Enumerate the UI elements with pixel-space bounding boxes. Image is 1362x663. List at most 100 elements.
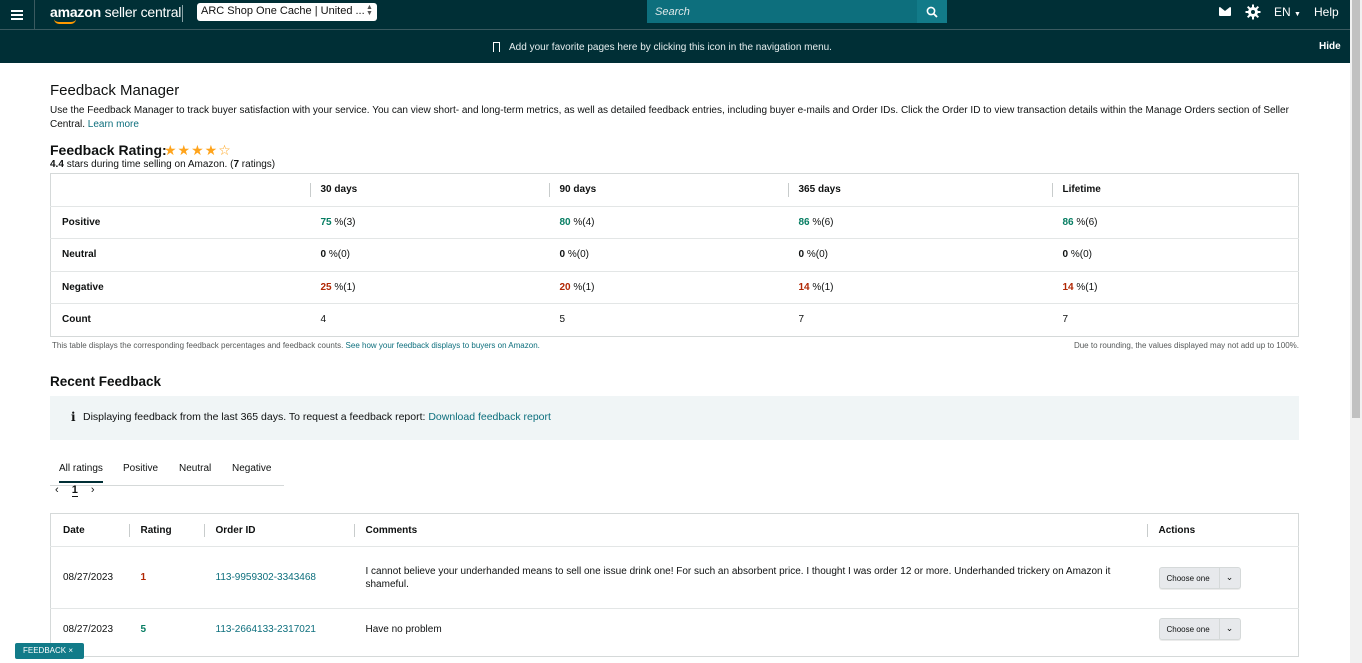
tab-all-ratings[interactable]: All ratings [59, 463, 103, 483]
metrics-header-row: 30 days 90 days 365 days Lifetime [51, 174, 1299, 207]
feedback-table: Date Rating Order ID Comments Actions 08… [50, 513, 1299, 657]
info-icon: i [71, 410, 76, 424]
metrics-note-text: This table displays the corresponding fe… [52, 341, 344, 350]
gear-icon[interactable] [1245, 4, 1261, 20]
metric-value: 86 [1062, 216, 1074, 228]
metric-rest: %(0) [565, 249, 589, 261]
tab-negative[interactable]: Negative [232, 463, 271, 474]
metric-cell: 80 %(4) [548, 205, 788, 239]
metrics-row-positive: Positive 75 %(3) 80 %(4) 86 %(6) 86 %(6) [50, 205, 1299, 239]
language-selector[interactable]: EN ▼ [1274, 5, 1301, 19]
order-id-cell: 113-2664133-2317021 [203, 608, 354, 657]
buyer-display-link[interactable]: See how your feedback displays to buyers… [346, 341, 540, 350]
row-label: Negative [50, 270, 310, 304]
feedback-tab-button[interactable]: FEEDBACK × [15, 643, 84, 659]
metric-cell: 14 %(1) [1051, 270, 1299, 304]
action-dropdown[interactable]: Choose one ⌄ [1158, 618, 1241, 640]
metrics-corner-cell [51, 174, 310, 207]
metric-cell: 20 %(1) [548, 270, 788, 304]
rating-value: 5 [140, 624, 147, 635]
page-description: Use the Feedback Manager to track buyer … [50, 104, 1290, 132]
feedback-metrics-table: 30 days 90 days 365 days Lifetime Positi… [50, 173, 1299, 337]
rating-value: 4.4 [50, 159, 64, 170]
page-title: Feedback Manager [50, 82, 180, 99]
action-dropdown[interactable]: Choose one ⌄ [1158, 566, 1241, 589]
info-banner: i Displaying feedback from the last 365 … [50, 396, 1299, 440]
menu-icon[interactable] [0, 0, 35, 29]
actions-cell: Choose one ⌄ [1146, 546, 1299, 609]
metric-rest: %(4) [570, 216, 595, 228]
metric-value: 20 [559, 281, 571, 293]
column-header: Date [63, 524, 85, 536]
tab-positive[interactable]: Positive [123, 463, 158, 474]
column-header: 30 days [309, 174, 549, 207]
search-button[interactable] [917, 0, 947, 23]
account-selector-value: ARC Shop One Cache | United ... [201, 5, 365, 17]
metric-cell: 0 %(0) [1051, 238, 1299, 271]
seller-central-logo[interactable]: amazon seller central [50, 4, 181, 24]
rating-text: stars during time selling on Amazon. [66, 159, 228, 170]
metrics-note: This table displays the corresponding fe… [52, 341, 540, 350]
favorites-message: Add your favorite pages here by clicking… [509, 42, 832, 53]
logo-text: amazon [50, 4, 101, 20]
metric-cell: 5 [548, 303, 788, 336]
search-input[interactable]: Search [647, 0, 917, 23]
column-header: Comments [353, 514, 1147, 547]
rounding-note: Due to rounding, the values displayed ma… [1073, 341, 1299, 350]
chevron-down-icon: ▼ [1294, 11, 1301, 18]
metric-rest: %(0) [326, 249, 350, 261]
mail-icon[interactable] [1219, 7, 1231, 16]
feedback-rating: 1 [128, 546, 204, 609]
metric-value: 75 [320, 216, 332, 228]
metric-cell: 7 [787, 303, 1052, 336]
top-bar: amazon seller central ARC Shop One Cache… [0, 0, 1350, 29]
divider [182, 5, 183, 22]
metric-cell: 86 %(6) [787, 205, 1052, 239]
metric-cell: 0 %(0) [787, 238, 1052, 271]
metrics-row-count: Count 4 5 7 7 [50, 303, 1299, 336]
feedback-rating: 5 [128, 608, 204, 657]
logo-smile-icon [54, 19, 76, 24]
favorites-bar: Add your favorite pages here by clicking… [0, 29, 1350, 63]
metric-rest: %(1) [1073, 281, 1098, 293]
table-row: 08/27/2023 1 113-9959302-3343468 I canno… [50, 546, 1299, 609]
row-label: Neutral [50, 238, 310, 271]
recent-feedback-title: Recent Feedback [50, 374, 162, 389]
hide-button[interactable]: Hide [1319, 41, 1341, 52]
tab-neutral[interactable]: Neutral [179, 463, 211, 474]
account-selector[interactable]: ARC Shop One Cache | United ... ▲ ▼ [197, 3, 377, 21]
scrollbar-thumb[interactable] [1352, 0, 1360, 418]
rating-count: 7 [233, 159, 240, 170]
page-number[interactable]: 1 [71, 484, 78, 497]
order-id-link[interactable]: 113-9959302-3343468 [216, 572, 316, 583]
action-dropdown-label: Choose one [1166, 573, 1210, 583]
metric-value: 80 [559, 216, 571, 228]
metrics-row-negative: Negative 25 %(1) 20 %(1) 14 %(1) 14 %(1) [50, 270, 1299, 304]
bookmark-icon [493, 42, 500, 52]
order-id-link[interactable]: 113-2664133-2317021 [216, 624, 316, 635]
feedback-header-row: Date Rating Order ID Comments Actions [51, 514, 1299, 547]
order-id-cell: 113-9959302-3343468 [203, 546, 354, 609]
description-text: Use the Feedback Manager to track buyer … [50, 105, 1289, 130]
metric-cell: 25 %(1) [309, 270, 549, 304]
metric-cell: 75 %(3) [309, 205, 549, 239]
metric-cell: 7 [1051, 303, 1299, 336]
row-label: Positive [50, 205, 310, 239]
scrollbar[interactable] [1350, 0, 1362, 663]
column-header: Lifetime [1051, 174, 1299, 207]
pagination: ‹ 1 › [55, 484, 105, 497]
chevron-right-icon[interactable]: › [91, 484, 95, 496]
help-link[interactable]: Help [1314, 5, 1339, 19]
learn-more-link[interactable]: Learn more [88, 119, 139, 130]
metric-cell: 0 %(0) [548, 238, 788, 271]
metric-cell: 4 [309, 303, 549, 336]
table-row: 08/27/2023 5 113-2664133-2317021 Have no… [50, 608, 1299, 657]
action-dropdown-label: Choose one [1166, 625, 1210, 634]
metric-value: 14 [798, 281, 810, 293]
chevron-left-icon[interactable]: ‹ [55, 484, 59, 496]
feedback-comment: Have no problem [353, 608, 1147, 657]
metric-value: 86 [798, 216, 810, 228]
download-report-link[interactable]: Download feedback report [428, 411, 551, 423]
column-header: Order ID [203, 514, 354, 547]
metric-cell: 86 %(6) [1051, 205, 1299, 239]
